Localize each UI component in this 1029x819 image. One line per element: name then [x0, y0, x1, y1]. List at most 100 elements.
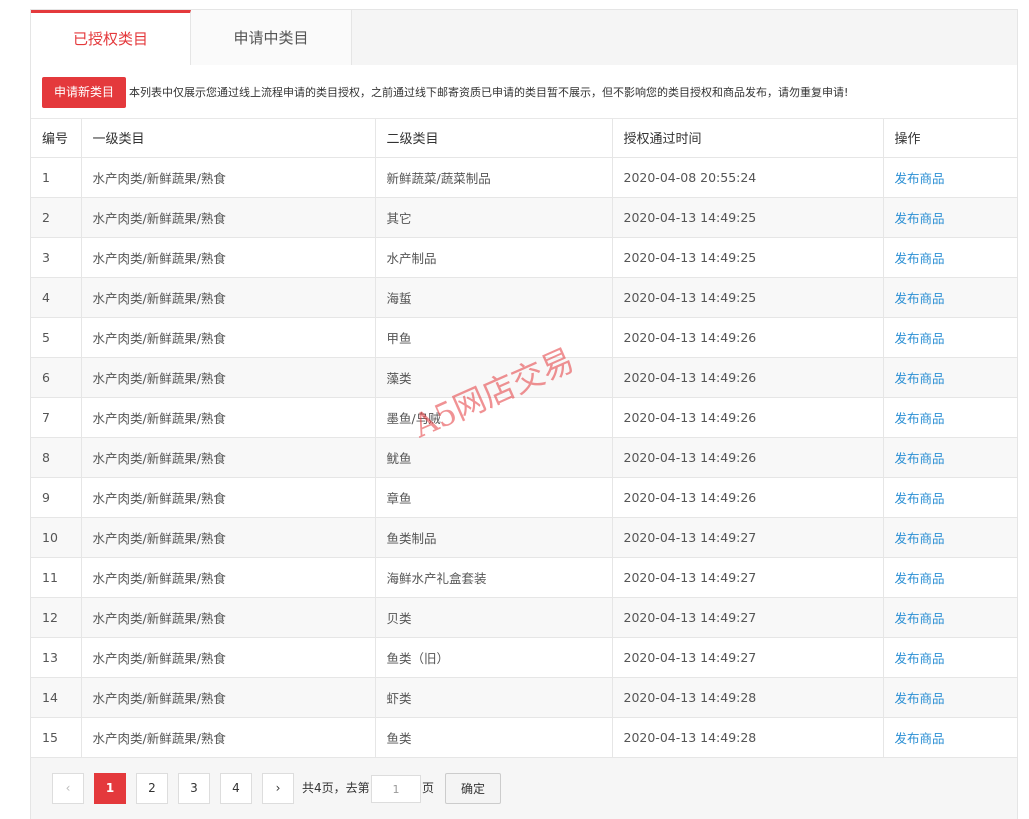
table-body: 1 水产肉类/新鲜蔬果/熟食 新鲜蔬菜/蔬菜制品 2020-04-08 20:55:2…: [31, 157, 1017, 758]
cell-no: 2: [31, 197, 82, 238]
confirm-jump-button[interactable]: 确定: [445, 773, 501, 804]
cell-level1: 水产肉类/新鲜蔬果/熟食: [81, 317, 376, 358]
page-suffix-text: 页: [422, 781, 435, 795]
tab-pending[interactable]: 申请中类目: [191, 10, 352, 66]
cell-time: 2020-04-13 14:49:26: [612, 437, 884, 478]
next-page-button[interactable]: ›: [262, 773, 294, 804]
cell-time: 2020-04-13 14:49:28: [612, 677, 884, 718]
cell-level1: 水产肉类/新鲜蔬果/熟食: [81, 397, 376, 438]
cell-level1: 水产肉类/新鲜蔬果/熟食: [81, 717, 376, 758]
cell-time: 2020-04-13 14:49:26: [612, 317, 884, 358]
cell-time: 2020-04-13 14:49:27: [612, 557, 884, 598]
cell-level1: 水产肉类/新鲜蔬果/熟食: [81, 157, 376, 198]
cell-no: 9: [31, 477, 82, 518]
cell-level2: 贝类: [375, 597, 613, 638]
cell-time: 2020-04-08 20:55:24: [612, 157, 884, 198]
publish-product-link[interactable]: 发布商品: [883, 477, 1017, 518]
table-header-row: 编号 一级类目 二级类目 授权通过时间 操作: [31, 119, 1017, 158]
cell-level2: 海鲜水产礼盒套装: [375, 557, 613, 598]
cell-level2: 甲鱼: [375, 317, 613, 358]
header-action: 操作: [883, 119, 1017, 158]
table-row: 12 水产肉类/新鲜蔬果/熟食 贝类 2020-04-13 14:49:27 发布商品: [31, 597, 1017, 638]
table-row: 2 水产肉类/新鲜蔬果/熟食 其它 2020-04-13 14:49:25 发布商品: [31, 197, 1017, 238]
cell-time: 2020-04-13 14:49:27: [612, 517, 884, 558]
cell-level2: 海蜇: [375, 277, 613, 318]
cell-level2: 鱼类（旧）: [375, 637, 613, 678]
cell-level2: 鱼类制品: [375, 517, 613, 558]
table-row: 14 水产肉类/新鲜蔬果/熟食 虾类 2020-04-13 14:49:28 发布商品: [31, 677, 1017, 718]
prev-page-button[interactable]: ‹: [52, 773, 84, 804]
cell-level1: 水产肉类/新鲜蔬果/熟食: [81, 517, 376, 558]
cell-level1: 水产肉类/新鲜蔬果/熟食: [81, 237, 376, 278]
cell-time: 2020-04-13 14:49:26: [612, 357, 884, 398]
category-table: 编号 一级类目 二级类目 授权通过时间 操作 1 水产肉类/新鲜蔬果/熟食 新鲜蔬菜…: [31, 119, 1017, 758]
publish-product-link[interactable]: 发布商品: [883, 637, 1017, 678]
page-3-button[interactable]: 3: [178, 773, 210, 804]
cell-level2: 鱿鱼: [375, 437, 613, 478]
cell-no: 4: [31, 277, 82, 318]
cell-time: 2020-04-13 14:49:25: [612, 237, 884, 278]
total-pages-text: 共4页，去第: [302, 781, 370, 795]
publish-product-link[interactable]: 发布商品: [883, 437, 1017, 478]
cell-level2: 章鱼: [375, 477, 613, 518]
tab-bar: 已授权类目 申请中类目: [31, 10, 1019, 66]
publish-product-link[interactable]: 发布商品: [883, 677, 1017, 718]
header-level2: 二级类目: [375, 119, 613, 158]
cell-time: 2020-04-13 14:49:26: [612, 397, 884, 438]
tab-authorized[interactable]: 已授权类目: [31, 10, 191, 66]
cell-no: 14: [31, 677, 82, 718]
cell-level2: 新鲜蔬菜/蔬菜制品: [375, 157, 613, 198]
cell-no: 12: [31, 597, 82, 638]
cell-level1: 水产肉类/新鲜蔬果/熟食: [81, 357, 376, 398]
cell-no: 13: [31, 637, 82, 678]
pagination: ‹ 1 2 3 4 › 共4页，去第 页 确定: [31, 763, 1017, 819]
cell-level1: 水产肉类/新鲜蔬果/熟食: [81, 277, 376, 318]
cell-level2: 鱼类: [375, 717, 613, 758]
tab-panel: 申请新类目 本列表中仅展示您通过线上流程申请的类目授权，之前通过线下邮寄资质已申…: [31, 65, 1017, 819]
cell-level1: 水产肉类/新鲜蔬果/熟食: [81, 637, 376, 678]
table-row: 3 水产肉类/新鲜蔬果/熟食 水产制品 2020-04-13 14:49:25 发布商品: [31, 237, 1017, 278]
table-row: 5 水产肉类/新鲜蔬果/熟食 甲鱼 2020-04-13 14:49:26 发布商品: [31, 317, 1017, 358]
publish-product-link[interactable]: 发布商品: [883, 597, 1017, 638]
table-row: 7 水产肉类/新鲜蔬果/熟食 墨鱼/乌贼 2020-04-13 14:49:26 发布商…: [31, 397, 1017, 438]
cell-time: 2020-04-13 14:49:27: [612, 597, 884, 638]
cell-level2: 虾类: [375, 677, 613, 718]
publish-product-link[interactable]: 发布商品: [883, 517, 1017, 558]
page-4-button[interactable]: 4: [220, 773, 252, 804]
cell-level2: 其它: [375, 197, 613, 238]
cell-no: 15: [31, 717, 82, 758]
table-row: 11 水产肉类/新鲜蔬果/熟食 海鲜水产礼盒套装 2020-04-13 14:49:2…: [31, 557, 1017, 598]
cell-level1: 水产肉类/新鲜蔬果/熟食: [81, 477, 376, 518]
header-no: 编号: [31, 119, 82, 158]
cell-level1: 水产肉类/新鲜蔬果/熟食: [81, 677, 376, 718]
publish-product-link[interactable]: 发布商品: [883, 717, 1017, 758]
publish-product-link[interactable]: 发布商品: [883, 557, 1017, 598]
notice-text: 本列表中仅展示您通过线上流程申请的类目授权，之前通过线下邮寄资质已申请的类目暂不…: [129, 86, 849, 99]
cell-level2: 水产制品: [375, 237, 613, 278]
cell-level1: 水产肉类/新鲜蔬果/熟食: [81, 197, 376, 238]
table-row: 9 水产肉类/新鲜蔬果/熟食 章鱼 2020-04-13 14:49:26 发布商品: [31, 477, 1017, 518]
publish-product-link[interactable]: 发布商品: [883, 157, 1017, 198]
table-row: 1 水产肉类/新鲜蔬果/熟食 新鲜蔬菜/蔬菜制品 2020-04-08 20:55:2…: [31, 157, 1017, 198]
publish-product-link[interactable]: 发布商品: [883, 357, 1017, 398]
publish-product-link[interactable]: 发布商品: [883, 397, 1017, 438]
page-jump-input[interactable]: [371, 775, 421, 803]
table-row: 13 水产肉类/新鲜蔬果/熟食 鱼类（旧） 2020-04-13 14:49:27 发布…: [31, 637, 1017, 678]
apply-new-category-button[interactable]: 申请新类目: [42, 77, 126, 108]
table-row: 8 水产肉类/新鲜蔬果/熟食 鱿鱼 2020-04-13 14:49:26 发布商品: [31, 437, 1017, 478]
publish-product-link[interactable]: 发布商品: [883, 197, 1017, 238]
cell-time: 2020-04-13 14:49:28: [612, 717, 884, 758]
cell-level1: 水产肉类/新鲜蔬果/熟食: [81, 437, 376, 478]
page-2-button[interactable]: 2: [136, 773, 168, 804]
table-row: 15 水产肉类/新鲜蔬果/熟食 鱼类 2020-04-13 14:49:28 发布商品: [31, 717, 1017, 758]
cell-level1: 水产肉类/新鲜蔬果/熟食: [81, 597, 376, 638]
publish-product-link[interactable]: 发布商品: [883, 237, 1017, 278]
publish-product-link[interactable]: 发布商品: [883, 277, 1017, 318]
table-row: 6 水产肉类/新鲜蔬果/熟食 藻类 2020-04-13 14:49:26 发布商品: [31, 357, 1017, 398]
cell-no: 10: [31, 517, 82, 558]
cell-no: 7: [31, 397, 82, 438]
publish-product-link[interactable]: 发布商品: [883, 317, 1017, 358]
cell-level2: 墨鱼/乌贼: [375, 397, 613, 438]
page-1-button[interactable]: 1: [94, 773, 126, 804]
header-level1: 一级类目: [81, 119, 376, 158]
